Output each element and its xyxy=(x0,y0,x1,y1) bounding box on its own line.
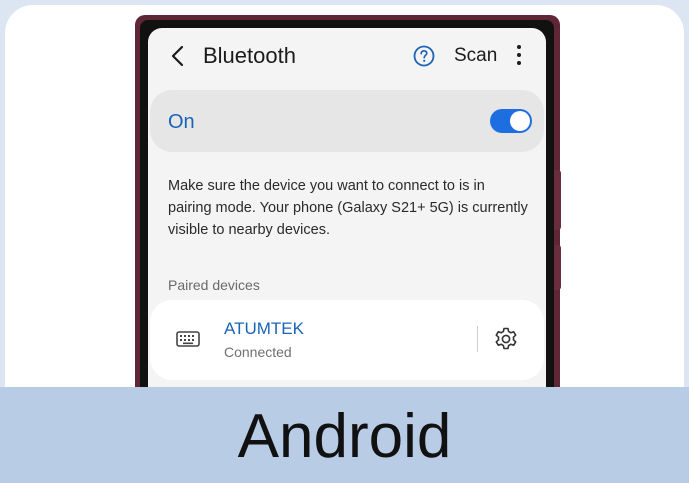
gear-icon[interactable] xyxy=(493,326,519,352)
bluetooth-toggle-switch[interactable] xyxy=(490,109,532,133)
phone-side-button xyxy=(553,245,561,290)
platform-banner: Android xyxy=(0,387,689,483)
paired-devices-heading: Paired devices xyxy=(168,277,260,293)
device-name: ATUMTEK xyxy=(224,319,304,338)
toggle-knob xyxy=(510,111,530,131)
page-title: Bluetooth xyxy=(203,43,296,68)
keyboard-icon xyxy=(176,331,200,347)
help-icon[interactable] xyxy=(413,45,435,67)
bluetooth-state-label: On xyxy=(168,111,195,133)
phone-screen: Bluetooth Scan On Make sure the device y… xyxy=(148,28,546,400)
bluetooth-toggle-row[interactable]: On xyxy=(150,90,544,152)
app-header: Bluetooth Scan xyxy=(148,28,546,86)
device-status: Connected xyxy=(224,344,292,360)
back-arrow-icon[interactable] xyxy=(168,44,188,68)
platform-label: Android xyxy=(237,402,452,471)
paired-device-item[interactable]: ATUMTEK Connected xyxy=(150,300,544,380)
scan-button[interactable]: Scan xyxy=(454,45,497,67)
phone-side-button xyxy=(553,170,561,230)
pairing-description: Make sure the device you want to connect… xyxy=(168,178,528,238)
vertical-divider xyxy=(477,326,478,352)
more-options-icon[interactable] xyxy=(516,44,522,66)
